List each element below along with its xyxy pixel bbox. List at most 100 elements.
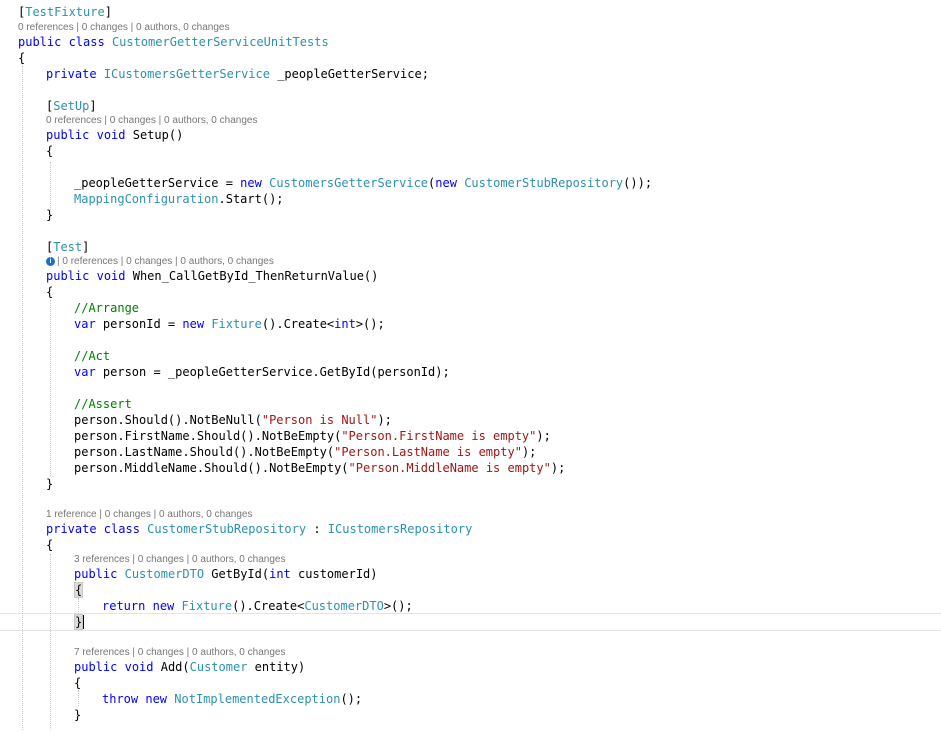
code-text: ); bbox=[377, 413, 392, 427]
brace: { bbox=[46, 144, 54, 158]
keyword: new bbox=[435, 176, 457, 190]
type-name: CustomerDTO bbox=[124, 567, 205, 581]
indent-guide bbox=[22, 66, 23, 730]
string-literal: "Person is Null" bbox=[261, 413, 378, 427]
keyword: private bbox=[46, 67, 97, 81]
type-name: CustomerDTO bbox=[304, 599, 384, 613]
code-line: public void Add(Customer entity) bbox=[74, 659, 941, 675]
keyword: int bbox=[269, 567, 291, 581]
code-line: } bbox=[46, 476, 941, 492]
keyword: new bbox=[182, 317, 205, 331]
code-line: { bbox=[74, 582, 941, 598]
codelens: 3 references | 0 changes | 0 authors, 0 … bbox=[74, 553, 285, 566]
keyword: new bbox=[145, 692, 168, 706]
code-text: ); bbox=[550, 461, 566, 475]
keyword: var bbox=[74, 365, 96, 379]
brace: { bbox=[74, 676, 82, 690]
code-line: { bbox=[18, 50, 941, 66]
keyword: public bbox=[74, 660, 118, 674]
code-text: : bbox=[306, 522, 328, 536]
code-line: } bbox=[46, 207, 941, 223]
code-text: entity) bbox=[247, 660, 306, 674]
code-line: throw new NotImplementedException(); bbox=[102, 691, 941, 707]
codelens-text[interactable]: | 0 references | 0 changes | 0 authors, … bbox=[57, 256, 274, 267]
code-line: person.Should().NotBeNull("Person is Nul… bbox=[74, 412, 941, 428]
keyword: void bbox=[96, 269, 126, 283]
code-line: } bbox=[74, 707, 941, 723]
comment: //Act bbox=[74, 349, 111, 363]
code-text: _peopleGetterService = bbox=[74, 176, 241, 190]
code-line: [Test] bbox=[46, 240, 90, 254]
code-line: return new Fixture().Create<CustomerDTO>… bbox=[102, 598, 941, 614]
code-text: person.MiddleName.Should().NotBeEmpty( bbox=[74, 461, 349, 475]
codelens-text[interactable]: 7 references | 0 changes | 0 authors, 0 … bbox=[74, 647, 285, 658]
code-text: >(); bbox=[355, 317, 385, 331]
keyword: public bbox=[46, 269, 90, 283]
matched-brace: } bbox=[74, 614, 84, 630]
indent-guide bbox=[78, 690, 79, 706]
info-icon[interactable]: i bbox=[46, 257, 55, 266]
code-line: } bbox=[74, 614, 941, 630]
code-line: { bbox=[46, 537, 941, 553]
keyword: void bbox=[124, 660, 154, 674]
codelens: i | 0 references | 0 changes | 0 authors,… bbox=[46, 255, 274, 268]
code-editor[interactable]: [TestFixture] 0 references | 0 changes |… bbox=[0, 0, 941, 733]
code-text: _peopleGetterService; bbox=[269, 67, 429, 81]
code-text: person.LastName.Should().NotBeEmpty( bbox=[74, 445, 335, 459]
code-line: person.MiddleName.Should().NotBeEmpty("P… bbox=[74, 460, 941, 476]
code-line: public class CustomerGetterServiceUnitTe… bbox=[18, 34, 941, 50]
keyword: var bbox=[74, 317, 96, 331]
code-text: person.FirstName.Should().NotBeEmpty( bbox=[74, 429, 342, 443]
brace: { bbox=[18, 51, 26, 65]
code-text: ); bbox=[536, 429, 551, 443]
code-line: var personId = new Fixture().Create<int>… bbox=[74, 316, 941, 332]
code-line: //Arrange bbox=[74, 300, 941, 316]
code-line: [SetUp] bbox=[46, 99, 97, 113]
keyword: public class bbox=[18, 35, 105, 49]
type-name: Fixture bbox=[181, 599, 233, 613]
brace: } bbox=[46, 208, 54, 222]
indent-guide bbox=[50, 300, 51, 476]
type-name: MappingConfiguration bbox=[74, 192, 219, 206]
code-text: person = _peopleGetterService.GetById(pe… bbox=[95, 365, 450, 379]
keyword: int bbox=[334, 317, 356, 331]
comment: //Assert bbox=[74, 397, 132, 411]
string-literal: "Person.LastName is empty" bbox=[334, 445, 522, 459]
string-literal: "Person.MiddleName is empty" bbox=[348, 461, 551, 475]
string-literal: "Person.FirstName is empty" bbox=[341, 429, 537, 443]
text-caret bbox=[83, 615, 85, 629]
codelens-text[interactable]: 1 reference | 0 changes | 0 authors, 0 c… bbox=[46, 509, 252, 520]
code-line: //Act bbox=[74, 348, 941, 364]
codelens-text[interactable]: 0 references | 0 changes | 0 authors, 0 … bbox=[18, 22, 229, 33]
brace: { bbox=[46, 538, 54, 552]
codelens: 0 references | 0 changes | 0 authors, 0 … bbox=[46, 114, 257, 127]
indent-guide bbox=[50, 162, 51, 210]
codelens-text[interactable]: 0 references | 0 changes | 0 authors, 0 … bbox=[46, 115, 257, 126]
keyword: throw bbox=[102, 692, 139, 706]
keyword: void bbox=[96, 128, 126, 142]
brace: { bbox=[46, 285, 54, 299]
code-text: person.Should().NotBeNull( bbox=[74, 413, 262, 427]
code-line: private class CustomerStubRepository : I… bbox=[46, 521, 941, 537]
codelens: 7 references | 0 changes | 0 authors, 0 … bbox=[74, 646, 285, 659]
codelens: 1 reference | 0 changes | 0 authors, 0 c… bbox=[46, 508, 252, 521]
method-signature: When_CallGetById_ThenReturnValue() bbox=[125, 269, 379, 283]
type-name: CustomerStubRepository bbox=[464, 176, 624, 190]
codelens-text[interactable]: 3 references | 0 changes | 0 authors, 0 … bbox=[74, 554, 285, 565]
code-line: //Assert bbox=[74, 396, 941, 412]
method-signature: GetById( bbox=[204, 567, 270, 581]
indent-guide bbox=[78, 598, 79, 614]
type-name: CustomersGetterService bbox=[269, 176, 429, 190]
matched-brace: { bbox=[74, 582, 84, 598]
code-line: person.LastName.Should().NotBeEmpty("Per… bbox=[74, 444, 941, 460]
codelens: 0 references | 0 changes | 0 authors, 0 … bbox=[18, 21, 229, 34]
attribute-name: Test bbox=[53, 240, 83, 254]
code-line: private ICustomersGetterService _peopleG… bbox=[46, 66, 941, 82]
type-name: NotImplementedException bbox=[174, 692, 341, 706]
indent-guide bbox=[50, 554, 51, 730]
code-line: public void When_CallGetById_ThenReturnV… bbox=[46, 268, 941, 284]
comment: //Arrange bbox=[74, 301, 140, 315]
keyword: public bbox=[74, 567, 118, 581]
code-line: _peopleGetterService = new CustomersGett… bbox=[74, 176, 653, 190]
type-name: CustomerStubRepository bbox=[147, 522, 307, 536]
